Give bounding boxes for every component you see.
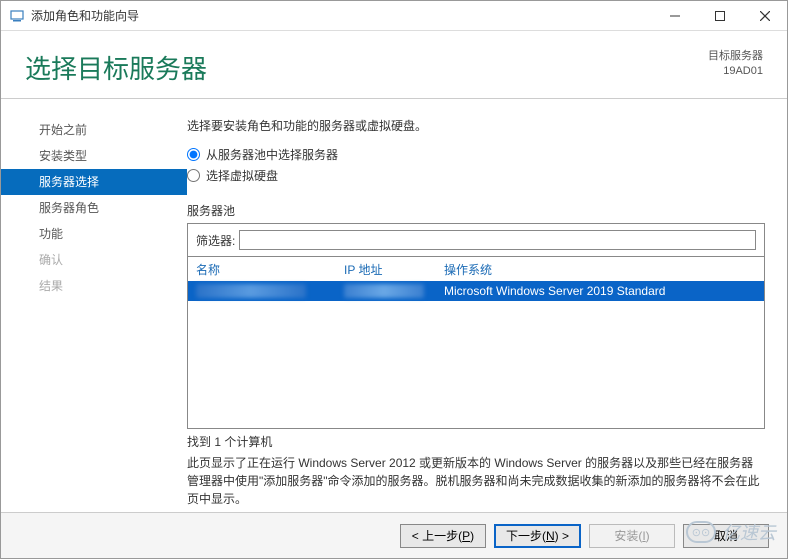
target-info: 目标服务器 19AD01 bbox=[708, 49, 763, 86]
wizard-window: 添加角色和功能向导 选择目标服务器 目标服务器 19AD01 开始之前 安装类型… bbox=[0, 0, 788, 559]
previous-button[interactable]: < 上一步(P) bbox=[400, 524, 486, 548]
filter-input[interactable] bbox=[239, 230, 756, 250]
table-header: 名称 IP 地址 操作系统 bbox=[188, 257, 764, 281]
nav-server-roles[interactable]: 服务器角色 bbox=[1, 195, 187, 221]
close-button[interactable] bbox=[742, 1, 787, 30]
wizard-header: 选择目标服务器 目标服务器 19AD01 bbox=[1, 31, 787, 99]
wizard-footer: < 上一步(P) 下一步(N) > 安装(I) 取消 bbox=[1, 512, 787, 558]
minimize-button[interactable] bbox=[652, 1, 697, 30]
window-controls bbox=[652, 1, 787, 30]
radio-server-pool-label: 从服务器池中选择服务器 bbox=[206, 146, 338, 163]
target-label: 目标服务器 bbox=[708, 49, 763, 64]
cell-os: Microsoft Windows Server 2019 Standard bbox=[444, 284, 756, 298]
nav-results: 结果 bbox=[1, 273, 187, 299]
found-count: 找到 1 个计算机 bbox=[187, 433, 765, 450]
app-icon bbox=[9, 8, 25, 24]
filter-box: 筛选器: bbox=[187, 223, 765, 257]
server-pool-label: 服务器池 bbox=[187, 202, 765, 219]
window-title: 添加角色和功能向导 bbox=[31, 7, 652, 24]
nav-server-selection[interactable]: 服务器选择 bbox=[1, 169, 187, 195]
cell-ip bbox=[344, 284, 444, 298]
table-body: Microsoft Windows Server 2019 Standard bbox=[188, 281, 764, 428]
radio-server-pool-input[interactable] bbox=[187, 148, 200, 161]
maximize-button[interactable] bbox=[697, 1, 742, 30]
install-button: 安装(I) bbox=[589, 524, 675, 548]
instruction-text: 选择要安装角色和功能的服务器或虚拟硬盘。 bbox=[187, 117, 765, 134]
nav-before-begin[interactable]: 开始之前 bbox=[1, 117, 187, 143]
radio-vhd-input[interactable] bbox=[187, 169, 200, 182]
column-ip[interactable]: IP 地址 bbox=[344, 261, 444, 278]
column-os[interactable]: 操作系统 bbox=[444, 261, 756, 278]
server-table: 名称 IP 地址 操作系统 Microsoft Windows Server 2… bbox=[187, 257, 765, 429]
radio-vhd[interactable]: 选择虚拟硬盘 bbox=[187, 167, 765, 184]
target-value: 19AD01 bbox=[708, 64, 763, 79]
help-text: 此页显示了正在运行 Windows Server 2012 或更新版本的 Win… bbox=[187, 454, 765, 508]
titlebar: 添加角色和功能向导 bbox=[1, 1, 787, 31]
filter-label: 筛选器: bbox=[196, 232, 235, 249]
cancel-button[interactable]: 取消 bbox=[683, 524, 769, 548]
column-name[interactable]: 名称 bbox=[196, 261, 344, 278]
cell-name bbox=[196, 284, 344, 298]
table-row[interactable]: Microsoft Windows Server 2019 Standard bbox=[188, 281, 764, 301]
sidebar-nav: 开始之前 安装类型 服务器选择 服务器角色 功能 确认 结果 bbox=[1, 99, 187, 512]
nav-features[interactable]: 功能 bbox=[1, 221, 187, 247]
radio-server-pool[interactable]: 从服务器池中选择服务器 bbox=[187, 146, 765, 163]
wizard-body: 开始之前 安装类型 服务器选择 服务器角色 功能 确认 结果 选择要安装角色和功… bbox=[1, 99, 787, 512]
next-button[interactable]: 下一步(N) > bbox=[494, 524, 581, 548]
main-content: 选择要安装角色和功能的服务器或虚拟硬盘。 从服务器池中选择服务器 选择虚拟硬盘 … bbox=[187, 99, 787, 512]
nav-install-type[interactable]: 安装类型 bbox=[1, 143, 187, 169]
nav-confirmation: 确认 bbox=[1, 247, 187, 273]
page-title: 选择目标服务器 bbox=[25, 49, 708, 86]
radio-vhd-label: 选择虚拟硬盘 bbox=[206, 167, 278, 184]
